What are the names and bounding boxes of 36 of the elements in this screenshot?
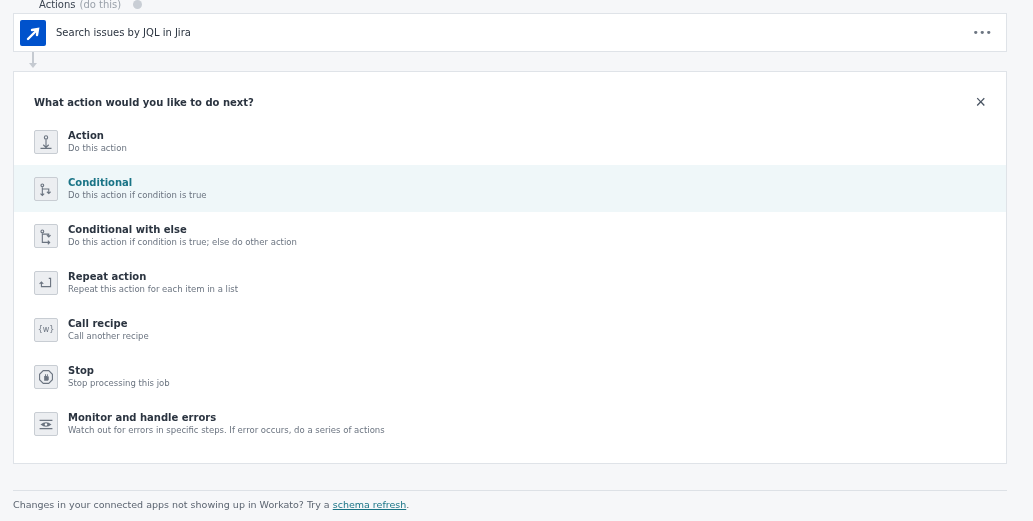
- step-card[interactable]: Search issues by JQL in Jira •••: [13, 13, 1007, 52]
- option-description: Do this action: [68, 142, 127, 154]
- option-title: Conditional with else: [68, 223, 188, 236]
- option-title: Call recipe: [68, 317, 129, 330]
- step-label: Search issues by JQL in Jira: [56, 27, 192, 38]
- action-option[interactable]: Monitor and handle errors Watch out for errors in specific steps. If error occurs, do a series of actions: [14, 400, 1006, 447]
- action-icon: [34, 129, 58, 154]
- action-option[interactable]: Conditional Do this action if condition is true: [14, 165, 1006, 212]
- option-description: Stop processing this job: [68, 377, 170, 389]
- option-description: Call another recipe: [68, 330, 149, 342]
- option-title: Repeat action: [68, 270, 148, 283]
- panel-title: What action would you like to do next?: [34, 96, 254, 108]
- action-option[interactable]: Action Do this action: [14, 118, 1006, 165]
- close-button[interactable]: ×: [973, 93, 988, 111]
- repeat-icon: [34, 270, 58, 295]
- option-description: Watch out for errors in specific steps. If error occurs, do a series of actions: [68, 424, 385, 436]
- option-title: Action: [68, 129, 105, 142]
- option-description: Do this action if condition is true; else do other action: [68, 236, 297, 248]
- option-title: Stop: [68, 364, 95, 377]
- option-title: Monitor and handle errors: [68, 411, 218, 424]
- action-option[interactable]: Stop Stop processing this job: [14, 353, 1006, 400]
- action-option[interactable]: Conditional with else Do this action if condition is true; else do other action: [14, 212, 1006, 259]
- stop-icon: [34, 364, 58, 389]
- action-option[interactable]: Repeat action Repeat this action for each item in a list: [14, 259, 1006, 306]
- monitor-icon: [34, 411, 58, 436]
- action-option[interactable]: {w} Call recipe Call another recipe: [14, 306, 1006, 353]
- footer-text: Changes in your connected apps not showing up in Workato? Try a schema refresh.: [13, 499, 411, 510]
- option-description: Do this action if condition is true: [68, 189, 207, 201]
- recipe-icon: {w}: [34, 317, 58, 342]
- section-title: Actions: [39, 0, 76, 10]
- more-button[interactable]: •••: [968, 24, 996, 41]
- option-title: Conditional: [68, 176, 134, 189]
- option-description: Repeat this action for each item in a list: [68, 283, 239, 295]
- connector-arrow: [28, 52, 38, 69]
- section-hint: (do this): [79, 0, 122, 10]
- conditional-icon: [34, 176, 58, 201]
